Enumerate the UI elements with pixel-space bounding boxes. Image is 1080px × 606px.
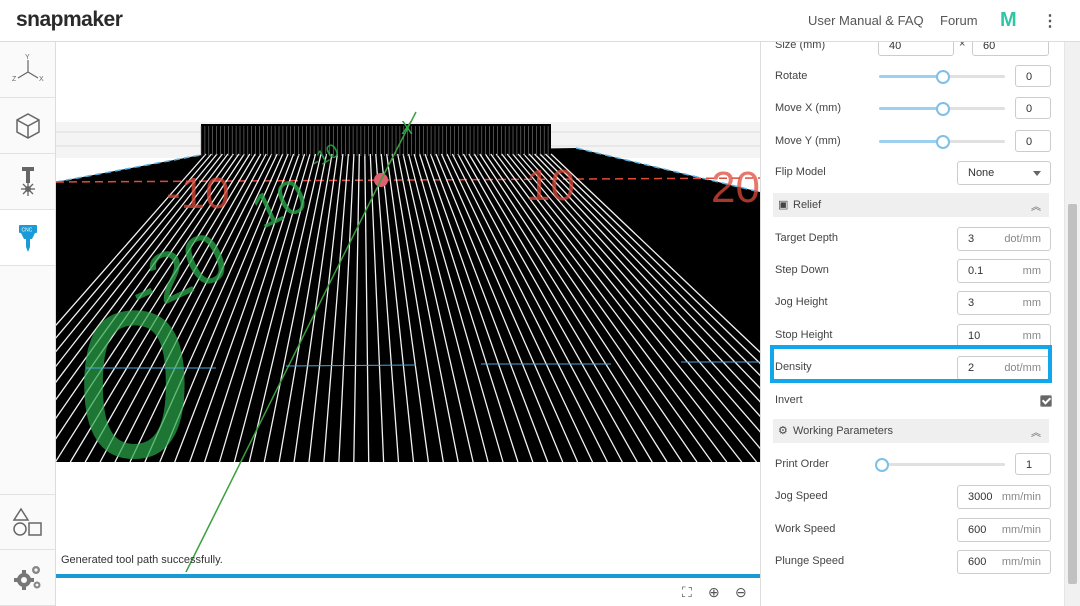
shapes-icon (12, 507, 42, 536)
flip-row: Flip Model None (775, 161, 1053, 185)
axes-view-button[interactable]: Y Z X (0, 42, 55, 98)
size-height-input[interactable]: 60 (972, 42, 1049, 56)
scroll-thumb[interactable] (1068, 204, 1077, 584)
step-down-label: Step Down (775, 264, 829, 276)
svg-text:Y: Y (25, 54, 30, 61)
work-speed-input[interactable]: 600 mm/min (957, 518, 1051, 542)
laser-mode-button[interactable] (0, 154, 55, 210)
work-speed-label: Work Speed (775, 523, 836, 535)
gears-icon: ⚙ (778, 425, 788, 437)
user-manual-link[interactable]: User Manual & FAQ (808, 13, 924, 28)
shapes-button[interactable] (0, 494, 55, 550)
invert-label: Invert (775, 394, 803, 406)
stop-height-label: Stop Height (775, 329, 833, 341)
density-highlight (770, 345, 1052, 383)
size-label: Size (mm) (775, 42, 826, 51)
collapse-icon[interactable]: ︽ (1031, 198, 1041, 213)
rotate-input[interactable]: 0 (1015, 65, 1051, 87)
settings-button[interactable] (0, 550, 55, 606)
chevron-down-icon (1033, 171, 1041, 176)
3d-viewport[interactable]: -10 10 20 10 -20 -10 X 0 Generated tool … (56, 42, 760, 606)
axes-icon: Y Z X (12, 54, 44, 83)
top-bar: snapmaker User Manual & FAQ Forum M ⋮ (0, 0, 1080, 42)
print-order-slider[interactable] (875, 458, 1005, 472)
invert-row: Invert (775, 389, 1053, 413)
svg-text:10: 10 (526, 161, 575, 210)
step-down-input[interactable]: 0.1 mm (957, 259, 1051, 283)
step-down-row: Step Down 0.1 mm (775, 259, 1053, 283)
zoom-out-icon[interactable]: ⊖ (735, 584, 747, 601)
cube-icon (15, 112, 40, 139)
cnc-mode-button[interactable]: CNC (0, 210, 55, 266)
move-x-label: Move X (mm) (775, 102, 841, 114)
rotate-slider[interactable] (879, 70, 1005, 84)
rotate-row: Rotate 0 (775, 65, 1053, 89)
jog-speed-input[interactable]: 3000 mm/min (957, 485, 1051, 509)
move-x-row: Move X (mm) 0 (775, 97, 1053, 121)
target-depth-label: Target Depth (775, 232, 838, 244)
relief-section-header[interactable]: ▣ Relief ︽ (773, 193, 1049, 217)
size-width-input[interactable]: 40 (878, 42, 954, 56)
menu-icon[interactable]: ⋮ (1042, 11, 1058, 31)
target-depth-input[interactable]: 3 dot/mm (957, 227, 1051, 251)
m-logo-icon[interactable]: M (1000, 9, 1017, 32)
svg-text:X: X (39, 76, 44, 83)
plunge-speed-label: Plunge Speed (775, 555, 845, 567)
move-y-row: Move Y (mm) 0 (775, 130, 1053, 154)
plunge-speed-row: Plunge Speed 600 mm/min (775, 550, 1053, 574)
flip-select[interactable]: None (957, 161, 1051, 185)
panel-scrollbar[interactable] (1064, 42, 1080, 606)
brand-logo[interactable]: snapmaker (16, 8, 123, 32)
collapse-icon[interactable]: ︽ (1031, 424, 1041, 439)
working-parameters-title: Working Parameters (793, 425, 894, 437)
svg-text:Z: Z (12, 76, 17, 83)
svg-text:20: 20 (711, 163, 760, 212)
move-x-slider[interactable] (879, 102, 1005, 116)
working-parameters-header[interactable]: ⚙ Working Parameters ︽ (773, 419, 1049, 443)
laser-icon (20, 166, 35, 196)
left-toolbar: Y Z X CNC (0, 42, 56, 606)
target-depth-row: Target Depth 3 dot/mm (775, 227, 1053, 251)
move-y-input[interactable]: 0 (1015, 130, 1051, 152)
svg-text:CNC: CNC (21, 227, 32, 233)
invert-checkbox[interactable] (1040, 395, 1052, 407)
print-order-label: Print Order (775, 458, 829, 470)
image-icon: ▣ (778, 199, 789, 211)
print-order-input[interactable]: 1 (1015, 453, 1051, 475)
move-y-label: Move Y (mm) (775, 135, 841, 147)
toolpath-scene: -10 10 20 10 -20 -10 X 0 (56, 111, 760, 572)
zoom-in-icon[interactable]: ⊕ (708, 584, 720, 601)
settings-icon (13, 565, 40, 590)
jog-height-label: Jog Height (775, 296, 828, 308)
flip-label: Flip Model (775, 166, 826, 178)
size-times: × (959, 42, 966, 50)
plunge-speed-input[interactable]: 600 mm/min (957, 550, 1051, 574)
jog-height-row: Jog Height 3 mm (775, 291, 1053, 315)
fit-icon[interactable]: ⛶ (682, 584, 692, 601)
status-message: Generated tool path successfully. (61, 554, 223, 566)
progress-bar (56, 574, 760, 578)
move-y-slider[interactable] (879, 135, 1005, 149)
3d-view-button[interactable] (0, 98, 55, 154)
work-speed-row: Work Speed 600 mm/min (775, 518, 1053, 542)
svg-text:-10: -10 (166, 169, 230, 218)
cnc-icon: CNC (18, 224, 37, 252)
forum-link[interactable]: Forum (940, 13, 978, 28)
settings-panel: Size (mm) 40 × 60 Rotate 0 Move X (mm) 0… (760, 42, 1064, 606)
print-order-row: Print Order 1 (775, 453, 1053, 477)
relief-title: Relief (793, 199, 822, 211)
jog-height-input[interactable]: 3 mm (957, 291, 1051, 315)
rotate-label: Rotate (775, 70, 808, 82)
jog-speed-row: Jog Speed 3000 mm/min (775, 485, 1053, 509)
svg-text:0: 0 (76, 267, 193, 502)
jog-speed-label: Jog Speed (775, 490, 828, 502)
size-row: Size (mm) 40 × 60 (775, 42, 1053, 58)
move-x-input[interactable]: 0 (1015, 97, 1051, 119)
